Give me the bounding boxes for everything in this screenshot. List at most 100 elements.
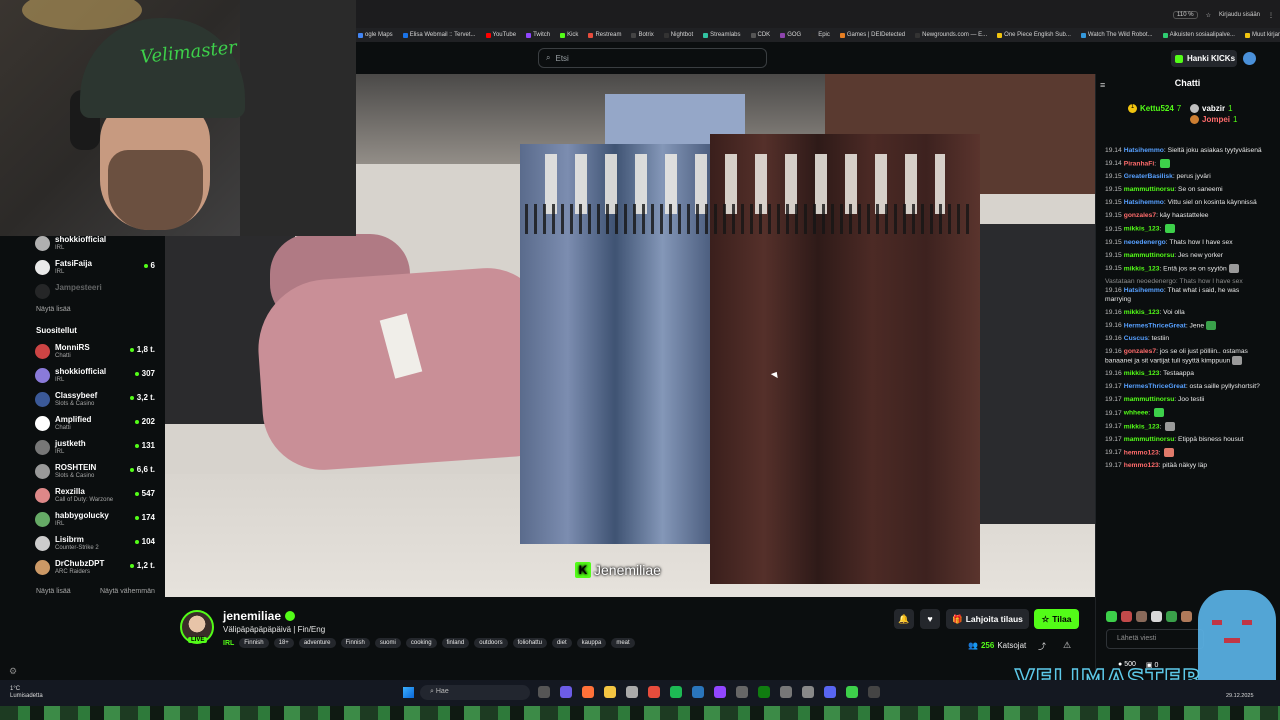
zoom-indicator[interactable]: 110 %	[1173, 11, 1198, 19]
message-username[interactable]: Hatsihemmo	[1124, 147, 1164, 154]
stream-tag[interactable]: 18+	[273, 638, 294, 648]
teams-icon[interactable]	[560, 686, 572, 698]
stream-tag[interactable]: finland	[441, 638, 470, 648]
message-username[interactable]: neoedenergo	[1124, 239, 1166, 246]
message-username[interactable]: mammuttinorsu	[1124, 396, 1175, 403]
message-username[interactable]: mikkis_123	[1124, 370, 1160, 377]
sidebar-channel[interactable]: ROSHTEIN Slots & Casino 6,6 t.	[25, 461, 165, 483]
obs-icon[interactable]	[714, 686, 726, 698]
discord-icon[interactable]	[824, 686, 836, 698]
bookmark-item[interactable]: Newgrounds.com — E...	[915, 32, 987, 38]
stream-tag[interactable]: outdoors	[474, 638, 508, 648]
sidebar-channel[interactable]: Lisibrm Counter-Strike 2 104	[25, 533, 165, 555]
message-username[interactable]: PiranhaFi	[1124, 160, 1154, 167]
sidebar-channel[interactable]: justketh IRL 131	[25, 437, 165, 459]
show-more-link[interactable]: Näytä lisää	[36, 306, 71, 313]
sidebar-channel[interactable]: DrChubzDPT ARC Raiders 1,2 t.	[25, 557, 165, 579]
stream-tag[interactable]: diet	[551, 638, 572, 648]
emote-icon[interactable]	[1121, 611, 1132, 622]
emote-icon[interactable]	[1106, 611, 1117, 622]
chat-input[interactable]: Lähetä viesti	[1106, 629, 1204, 649]
xbox-icon[interactable]	[758, 686, 770, 698]
message-username[interactable]: HermesThriceGreat	[1124, 383, 1186, 390]
task-view-icon[interactable]	[538, 686, 550, 698]
message-username[interactable]: Hatsihemmo	[1124, 287, 1164, 294]
app-icon[interactable]	[736, 686, 748, 698]
notifications-button[interactable]: 🔔	[894, 609, 914, 629]
bookmark-item[interactable]: Games | DEIDetected	[839, 32, 905, 38]
bookmark-item[interactable]: One Piece English Sub...	[997, 32, 1071, 38]
sidebar-channel[interactable]: habbygolucky IRL 174	[25, 509, 165, 531]
report-icon[interactable]: ⚠	[1063, 640, 1071, 651]
weather-widget[interactable]: 1°C Lumisadetta	[10, 686, 43, 700]
message-username[interactable]: Hatsihemmo	[1124, 199, 1164, 206]
firefox-icon[interactable]	[582, 686, 594, 698]
emote-icon[interactable]	[1151, 611, 1162, 622]
stream-tag[interactable]: meat	[611, 638, 635, 648]
app-icon[interactable]	[802, 686, 814, 698]
app-icon[interactable]	[648, 686, 660, 698]
sidebar-channel[interactable]: Jampesteeri	[25, 281, 165, 303]
sidebar-channel[interactable]: shokkiofficial IRL 307	[25, 365, 165, 387]
bookmark-item[interactable]: Streamlabs	[703, 32, 741, 38]
sidebar-channel[interactable]: Classybeef Slots & Casino 3,2 t.	[25, 389, 165, 411]
stream-tag[interactable]: Finnish	[340, 638, 370, 648]
bookmark-item[interactable]: CDK	[750, 32, 770, 38]
message-username[interactable]: mikkis_123	[1124, 423, 1160, 430]
message-username[interactable]: mikkis_123	[1124, 226, 1160, 233]
show-more-link-2[interactable]: Näytä lisää	[36, 588, 71, 595]
sidebar-channel[interactable]: Amplified Chatti 202	[25, 413, 165, 435]
bookmark-item[interactable]: YouTube	[485, 32, 516, 38]
app-icon[interactable]	[868, 686, 880, 698]
bookmark-item[interactable]: Elisa Webmail :: Tervet...	[402, 32, 476, 38]
message-username[interactable]: mammuttinorsu	[1124, 436, 1175, 443]
bookmark-item[interactable]: Aikuisten sosiaalipalve...	[1162, 32, 1235, 38]
message-username[interactable]: gonzales7	[1124, 348, 1156, 355]
bookmark-item[interactable]: ogle Maps	[358, 32, 393, 38]
steam-icon[interactable]	[692, 686, 704, 698]
message-username[interactable]: mikkis_123	[1124, 265, 1160, 272]
stream-tag[interactable]: Finnish	[239, 638, 269, 648]
message-username[interactable]: GreaterBasilisk	[1124, 173, 1173, 180]
message-username[interactable]: mikkis_123	[1124, 309, 1160, 316]
stream-tag[interactable]: cooking	[405, 638, 437, 648]
taskbar-search[interactable]: ⌕ Hae	[420, 685, 530, 700]
stream-tag[interactable]: foliohattu	[512, 638, 547, 648]
star-icon[interactable]: ☆	[1206, 12, 1211, 19]
emote-icon[interactable]	[1136, 611, 1147, 622]
sidebar-channel[interactable]: Rexzilla Call of Duty: Warzone 547	[25, 485, 165, 507]
bookmark-item[interactable]: Watch The Wild Robot...	[1080, 32, 1153, 38]
search-input[interactable]: ⌕ Etsi	[538, 48, 767, 68]
app-icon[interactable]	[846, 686, 858, 698]
message-username[interactable]: whheee	[1124, 410, 1149, 417]
bookmark-item[interactable]: Botrix	[631, 32, 654, 38]
stream-category[interactable]: IRL	[223, 640, 234, 647]
emote-icon[interactable]	[1181, 611, 1192, 622]
bookmark-item[interactable]: Nightbot	[663, 32, 693, 38]
bookmark-item[interactable]: Twitch	[526, 32, 550, 38]
settings-app-icon[interactable]	[780, 686, 792, 698]
message-username[interactable]: HermesThriceGreat	[1124, 322, 1186, 329]
message-username[interactable]: Cuscus	[1124, 335, 1148, 342]
sidebar-channel[interactable]: shokkiofficial IRL	[25, 233, 165, 255]
get-kicks-button[interactable]: Hanki KICKs	[1171, 50, 1237, 67]
windows-start-icon[interactable]	[403, 687, 414, 698]
bookmark-item[interactable]: Epic	[811, 32, 830, 38]
store-icon[interactable]	[626, 686, 638, 698]
menu-icon[interactable]: ⋮	[1268, 12, 1274, 19]
message-username[interactable]: gonzales7	[1124, 212, 1156, 219]
user-avatar[interactable]	[1243, 52, 1256, 65]
message-username[interactable]: hemmo123	[1124, 449, 1159, 456]
share-icon[interactable]: ⤴	[1038, 641, 1046, 652]
stream-tag[interactable]: suomi	[374, 638, 401, 648]
gift-sub-button[interactable]: 🎁 Lahjoita tilaus	[946, 609, 1029, 629]
bookmark-item[interactable]: Muut kirjanmerkit	[1244, 32, 1280, 38]
signin-link[interactable]: Kirjaudu sisään	[1219, 12, 1260, 18]
show-less-link[interactable]: Näytä vähemmän	[100, 588, 155, 595]
sidebar-channel[interactable]: MonniRS Chatti 1,8 t.	[25, 341, 165, 363]
follow-button[interactable]: ♥	[920, 609, 940, 629]
message-username[interactable]: hemmo123	[1124, 462, 1159, 469]
spotify-icon[interactable]	[670, 686, 682, 698]
message-username[interactable]: mammuttinorsu	[1124, 252, 1175, 259]
bookmark-item[interactable]: Kick	[560, 32, 578, 38]
